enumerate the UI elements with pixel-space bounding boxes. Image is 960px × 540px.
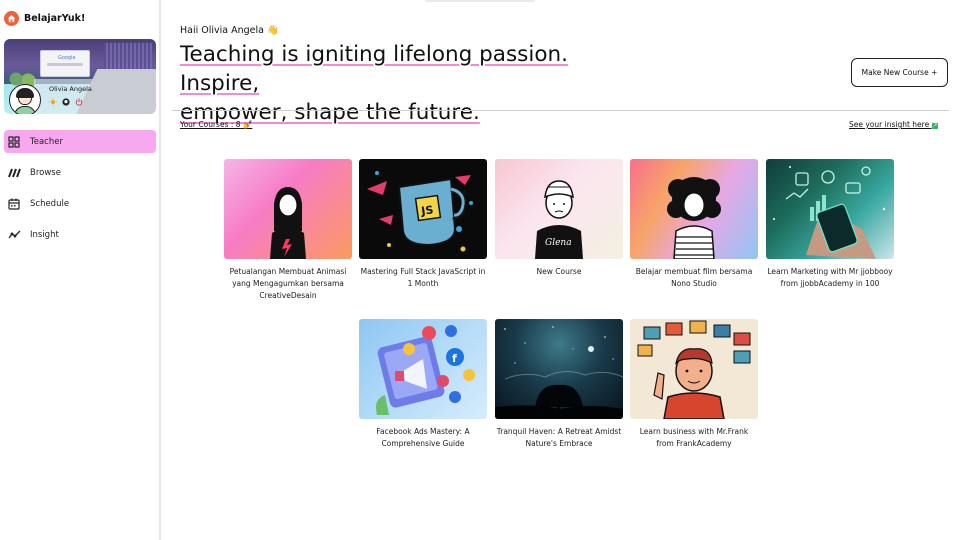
- course-thumbnail: Glena: [495, 159, 623, 259]
- make-new-course-button[interactable]: Make New Course +: [851, 58, 948, 87]
- background-monitor: Google: [40, 50, 90, 77]
- course-thumbnail: [766, 159, 894, 259]
- sidebar-item-teacher[interactable]: Teacher: [4, 130, 156, 153]
- shirt-thumb-text: Glena: [545, 238, 572, 248]
- courses-count-text: Your Courses : 8: [180, 120, 241, 129]
- house-logo-icon: [4, 11, 19, 26]
- course-thumbnail: JS: [359, 159, 487, 259]
- app-name: BelajarYuk!: [24, 13, 86, 24]
- course-title: Petualangan Membuat Animasi yang Mengagu…: [229, 267, 347, 300]
- course-card[interactable]: f Facebook Ads Mastery: A Comprehensive …: [359, 319, 487, 450]
- course-title: Facebook Ads Mastery: A Comprehensive Gu…: [376, 427, 470, 448]
- profile-card: Google Olivia Angela: [4, 39, 156, 114]
- brand[interactable]: BelajarYuk!: [4, 11, 85, 26]
- power-icon[interactable]: [74, 97, 83, 106]
- profile-actions: [48, 97, 83, 106]
- nail-polish-icon: 💅: [242, 120, 253, 129]
- trend-chart-icon: [7, 228, 21, 242]
- course-thumbnail: f: [359, 319, 487, 419]
- chart-up-icon: ↗: [931, 123, 939, 129]
- course-card[interactable]: Learn business with Mr.Frank from FrankA…: [630, 319, 758, 450]
- sidebar-item-label: Schedule: [30, 198, 70, 209]
- course-card[interactable]: Petualangan Membuat Animasi yang Mengagu…: [224, 159, 352, 302]
- browse-slashes-icon: [7, 166, 21, 180]
- course-card[interactable]: Belajar membuat film bersama Nono Studio: [630, 159, 758, 290]
- sun-icon[interactable]: [48, 97, 57, 106]
- greeting: Haii Olivia Angela 👋: [180, 25, 279, 36]
- headline-line-1: Teaching is igniting lifelong passion. I…: [180, 42, 568, 96]
- course-card[interactable]: Glena New Course: [495, 159, 623, 278]
- course-title: New Course: [536, 267, 582, 276]
- course-thumbnail: [630, 319, 758, 419]
- header-divider: [172, 110, 949, 111]
- sidebar-item-label: Teacher: [30, 136, 63, 147]
- course-thumbnail: [630, 159, 758, 259]
- course-card[interactable]: JS Mastering Full Stack JavaScript in 1 …: [359, 159, 487, 290]
- svg-text:f: f: [452, 352, 457, 365]
- sidebar-item-browse[interactable]: Browse: [4, 161, 156, 184]
- profile-name: Olivia Angela: [49, 85, 92, 93]
- page-headline: Teaching is igniting lifelong passion. I…: [180, 40, 650, 127]
- greeting-text: Haii Olivia Angela: [180, 25, 264, 36]
- calendar-icon: [7, 197, 21, 211]
- sidebar-nav: Teacher Browse Schedule Insight: [4, 130, 156, 254]
- top-tab-indicator: [425, 0, 535, 2]
- course-title: Tranquil Haven: A Retreat Amidst Nature'…: [496, 427, 622, 448]
- sidebar-item-label: Insight: [30, 229, 59, 240]
- avatar[interactable]: [9, 84, 41, 114]
- course-title: Belajar membuat film bersama Nono Studio: [635, 267, 753, 288]
- insight-link[interactable]: See your insight here ↗: [849, 120, 939, 129]
- github-icon[interactable]: [61, 97, 70, 106]
- sidebar-item-insight[interactable]: Insight: [4, 223, 156, 246]
- course-title: Learn business with Mr.Frank from FrankA…: [639, 427, 749, 448]
- sidebar-item-label: Browse: [30, 167, 61, 178]
- course-thumbnail: [224, 159, 352, 259]
- course-title: Mastering Full Stack JavaScript in 1 Mon…: [360, 267, 486, 288]
- course-thumbnail: [495, 319, 623, 419]
- sidebar: BelajarYuk! Google Olivia Angela Teacher…: [0, 0, 161, 540]
- monitor-text: Google: [58, 55, 76, 61]
- insight-link-text: See your insight here: [849, 120, 930, 129]
- course-title: Learn Marketing with Mr jjobbooy from jj…: [767, 267, 893, 288]
- js-thumb-text: JS: [420, 203, 435, 218]
- sidebar-item-schedule[interactable]: Schedule: [4, 192, 156, 215]
- courses-count-link[interactable]: Your Courses : 8 💅: [180, 120, 252, 129]
- course-card[interactable]: Learn Marketing with Mr jjobbooy from jj…: [766, 159, 894, 290]
- course-card[interactable]: Tranquil Haven: A Retreat Amidst Nature'…: [495, 319, 623, 450]
- dashboard-grid-icon: [7, 135, 21, 149]
- wave-hand-icon: 👋: [267, 25, 279, 36]
